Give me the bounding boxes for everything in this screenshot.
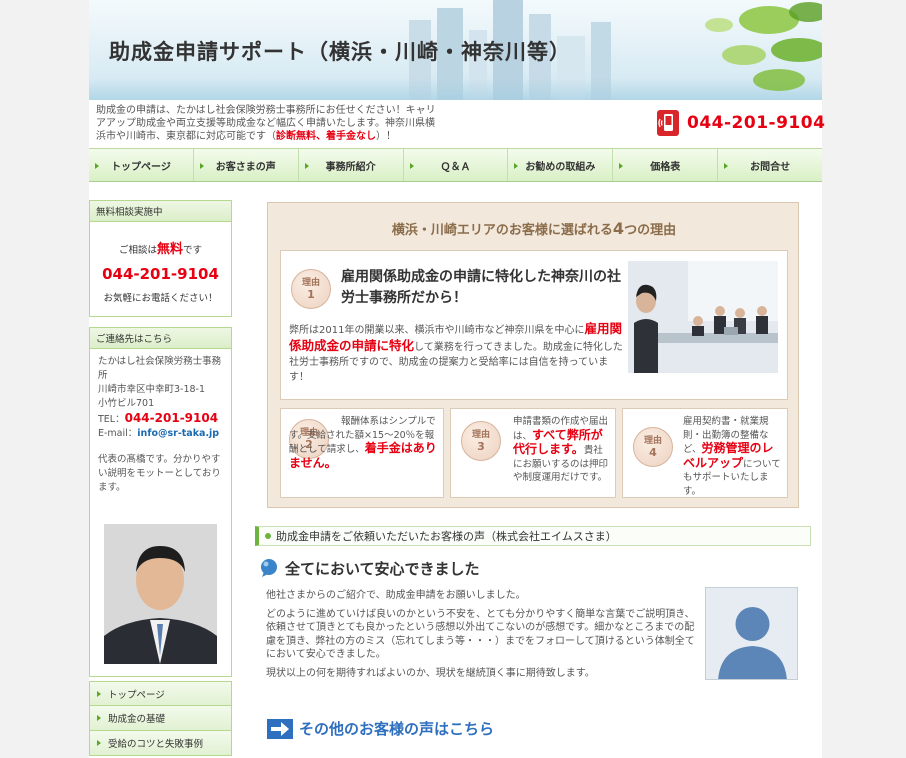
header-banner: 助成金申請サポート（横浜・川崎・神奈川等）	[89, 0, 822, 100]
intro-text-end: ）！	[376, 131, 396, 142]
main-nav: トップページ お客さまの声 事務所紹介 Ｑ＆Ａ お勧めの取組み 価格表 お問合せ	[89, 148, 822, 182]
office-meeting-photo	[628, 261, 778, 373]
testimonial-title: 全てにおいて安心できました	[259, 557, 480, 579]
speech-bubble-icon	[261, 559, 277, 577]
reason-1-badge-number: 1	[307, 288, 315, 301]
leaves-image	[705, 2, 822, 91]
reason-1-badge: 理由 1	[291, 269, 331, 309]
side-menu-tips[interactable]: 受給のコツと失敗事例	[89, 731, 232, 756]
contact-mail-label: E-mail：	[98, 428, 138, 439]
more-voices-link[interactable]: その他のお客様の声はこちら	[267, 718, 494, 739]
reason-1-badge-label: 理由	[301, 278, 320, 288]
header-phone[interactable]: 044-201-9104	[657, 108, 825, 138]
contact-tel-label: TEL：	[98, 414, 125, 425]
testimonial-heading: 助成金申請をご依頼いただいたお客様の声（株式会社エイムスさま）	[276, 530, 617, 543]
free-consult-tel[interactable]: 044-201-9104	[90, 265, 231, 283]
contact-tel-line: TEL：044-201-9104	[98, 411, 223, 427]
side-menu-basics[interactable]: 助成金の基礎	[89, 706, 232, 731]
reason-4-badge-label: 理由	[643, 436, 662, 446]
page: 助成金申請サポート（横浜・川崎・神奈川等） 助成金の申請は、たかはし社会保険労務…	[0, 0, 906, 758]
reason-4-badge: 理由 4	[633, 427, 673, 467]
free-consult-heading: 無料相談実施中	[90, 201, 231, 222]
nav-item-price[interactable]: 価格表	[613, 149, 719, 181]
contact-tel[interactable]: 044-201-9104	[125, 411, 218, 425]
nav-item-contact[interactable]: お問合せ	[718, 149, 822, 181]
reasons-title-after: つの理由	[624, 223, 677, 238]
nav-item-recommend[interactable]: お勧めの取組み	[508, 149, 614, 181]
testimonial-paragraph-3: 現状以上の何を期待すればよいのか、現状を継続頂く事に期待致します。	[266, 667, 595, 679]
contact-body: たかはし社会保険労務士事務所 川崎市幸区中幸町3-18-1 小竹ビル701 TE…	[90, 349, 231, 501]
nav-item-office[interactable]: 事務所紹介	[299, 149, 404, 181]
nav-item-qa[interactable]: Ｑ＆Ａ	[404, 149, 509, 181]
free-consult-suffix: です	[183, 245, 203, 256]
reason-2-card: 理由 2 報酬体系はシンプルです。支給された額×15～20％を報酬として請求し、…	[280, 408, 444, 498]
reasons-title-number: 4	[612, 219, 625, 238]
right-arrow-icon	[267, 718, 293, 739]
reason-3-badge: 理由 3	[461, 421, 501, 461]
right-gutter	[822, 0, 906, 758]
customer-avatar	[705, 587, 798, 680]
more-voices-text[interactable]: その他のお客様の声はこちら	[299, 718, 494, 739]
contact-box: ご連絡先はこちら たかはし社会保険労務士事務所 川崎市幸区中幸町3-18-1 小…	[89, 327, 232, 677]
reason-1-card: 理由 1 雇用関係助成金の申請に特化した神奈川の社労士事務所だから！ 弊所は20…	[280, 250, 788, 400]
side-menu-top[interactable]: トップページ	[89, 681, 232, 706]
reason-3-badge-number: 3	[477, 440, 485, 453]
testimonial-paragraph-2: どのように進めていけば良いのかという不安を、とても分かりやすく簡単な言葉でご説明…	[266, 608, 695, 661]
reason-2-text: 報酬体系はシンプルです。支給された額×15～20％を報酬として請求し、着手金はあ…	[289, 415, 439, 471]
left-gutter	[0, 0, 89, 758]
free-consult-prefix: ご相談は	[118, 245, 157, 256]
nav-item-top[interactable]: トップページ	[89, 149, 194, 181]
contact-address-2: 小竹ビル701	[98, 398, 155, 409]
contact-address-1: 川崎市幸区中幸町3-18-1	[98, 384, 206, 395]
contact-heading: ご連絡先はこちら	[90, 328, 231, 349]
site-title[interactable]: 助成金申請サポート（横浜・川崎・神奈川等）	[109, 36, 571, 66]
side-menu: トップページ 助成金の基礎 受給のコツと失敗事例	[89, 681, 232, 756]
bullet-dot-icon	[265, 533, 271, 539]
header-phone-number[interactable]: 044-201-9104	[687, 113, 825, 133]
reasons-title-before: 横浜・川崎エリアのお客様に選ばれる	[391, 223, 613, 238]
free-consult-line: ご相談は無料です	[90, 238, 231, 257]
contact-motto: 代表の髙橋です。分かりやすい説明をモットーとしております。	[98, 454, 221, 493]
free-consult-free: 無料	[156, 242, 183, 257]
mobile-phone-icon	[657, 110, 679, 136]
reason-3-badge-label: 理由	[471, 430, 490, 440]
testimonial-paragraph-1: 他社さまからのご紹介で、助成金申請をお願いしました。	[266, 590, 526, 601]
reasons-panel: 横浜・川崎エリアのお客様に選ばれる4つの理由 理由 1 雇用関係助成金の申請に特…	[267, 202, 799, 508]
reason-1-title: 雇用関係助成金の申請に特化した神奈川の社労士事務所だから！	[341, 269, 621, 306]
reason-3-card: 理由 3 申請書類の作成や届出は、すべて弊所が代行します。貴社にお願いするのは押…	[450, 408, 616, 498]
free-consult-note: お気軽にお電話ください！	[103, 293, 218, 304]
reason-1-body: 弊所は2011年の開業以来、横浜市や川崎市など神奈川県を中心に雇用関係助成金の申…	[289, 321, 624, 385]
testimonial-heading-bar: 助成金申請をご依頼いただいたお客様の声（株式会社エイムスさま）	[255, 526, 811, 546]
reason-4-badge-number: 4	[649, 446, 657, 459]
contact-mail-link[interactable]: info@sr-taka.jp	[137, 428, 219, 439]
contact-mail-line: E-mail：info@sr-taka.jp	[98, 427, 223, 441]
reason-1-body-before: 弊所は2011年の開業以来、横浜市や川崎市など神奈川県を中心に	[289, 325, 585, 336]
reason-3-text: 申請書類の作成や届出は、すべて弊所が代行します。貴社にお願いするのは押印や制度運…	[513, 415, 611, 485]
reasons-title: 横浜・川崎エリアのお客様に選ばれる4つの理由	[268, 219, 800, 238]
contact-office: たかはし社会保険労務士事務所	[98, 356, 222, 381]
reason-4-text: 雇用契約書・就業規則・出勤簿の整備など、労務管理のレベルアップについてもサポート…	[683, 415, 783, 498]
intro-text: 助成金の申請は、たかはし社会保険労務士事務所にお任せください！キャリアアップ助成…	[96, 104, 436, 143]
free-consult-box: 無料相談実施中 ご相談は無料です 044-201-9104 お気軽にお電話くださ…	[89, 200, 232, 317]
nav-item-voices[interactable]: お客さまの声	[194, 149, 299, 181]
testimonial-body: 他社さまからのご紹介で、助成金申請をお願いしました。 どのように進めていけば良い…	[266, 589, 698, 685]
reason-4-card: 理由 4 雇用契約書・就業規則・出勤簿の整備など、労務管理のレベルアップについて…	[622, 408, 788, 498]
intro-text-highlight: 診断無料、着手金なし	[276, 131, 376, 142]
representative-photo	[104, 524, 217, 664]
testimonial-title-text: 全てにおいて安心できました	[285, 559, 480, 578]
